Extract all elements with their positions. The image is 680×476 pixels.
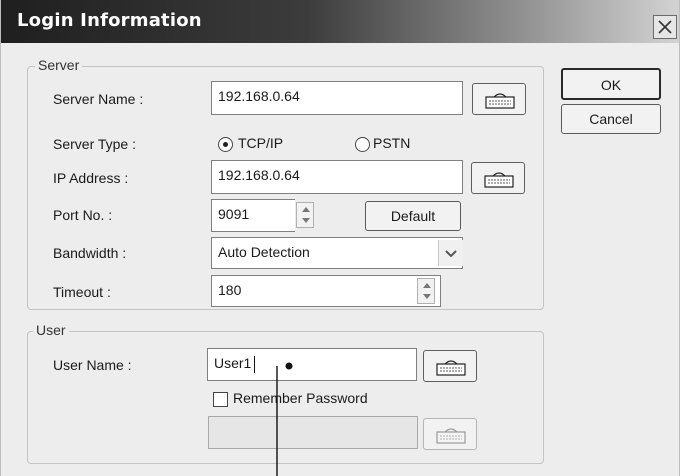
timeout-label: Timeout : — [53, 284, 111, 300]
server-name-label: Server Name : — [53, 91, 144, 107]
server-name-keyboard-button[interactable] — [472, 83, 526, 115]
cancel-button[interactable]: Cancel — [561, 104, 661, 134]
bandwidth-dropdown-button[interactable] — [438, 240, 463, 266]
server-type-label: Server Type : — [53, 136, 137, 152]
close-button[interactable] — [653, 15, 677, 39]
password-keyboard-button[interactable] — [423, 418, 477, 450]
default-button[interactable]: Default — [365, 201, 461, 231]
user-name-keyboard-button[interactable] — [423, 350, 477, 382]
port-input[interactable]: 9091 — [211, 199, 295, 232]
ip-address-keyboard-button[interactable] — [471, 162, 525, 194]
bandwidth-select[interactable]: Auto Detection — [211, 237, 463, 269]
spin-up-icon — [302, 207, 310, 212]
tcpip-radio-label[interactable]: TCP/IP — [238, 135, 283, 151]
keyboard-icon — [484, 172, 514, 188]
keyboard-icon — [436, 428, 466, 444]
tcpip-radio[interactable] — [218, 137, 233, 152]
ip-address-label: IP Address : — [53, 170, 129, 186]
title-bar[interactable]: Login Information — [1, 0, 679, 43]
user-name-label: User Name : — [53, 357, 132, 373]
server-group-legend: Server — [35, 57, 83, 73]
spin-down-icon — [302, 218, 310, 223]
chevron-down-icon — [445, 250, 457, 258]
user-name-input[interactable]: User1 — [207, 348, 417, 381]
login-information-dialog: Login Information Server Server Name : 1… — [0, 0, 680, 476]
server-name-input[interactable]: 192.168.0.64 — [211, 81, 463, 115]
keyboard-icon — [436, 360, 466, 376]
timeout-input[interactable]: 180 — [211, 275, 441, 307]
port-spinner[interactable] — [296, 202, 314, 228]
pstn-radio[interactable] — [355, 137, 370, 152]
user-group-legend: User — [33, 322, 69, 338]
keyboard-icon — [485, 93, 515, 109]
remember-password-label[interactable]: Remember Password — [233, 390, 368, 406]
ok-button[interactable]: OK — [561, 68, 661, 100]
port-label: Port No. : — [53, 207, 113, 223]
pstn-radio-label[interactable]: PSTN — [373, 135, 410, 151]
password-input[interactable] — [208, 416, 418, 449]
spin-down-icon — [423, 294, 431, 299]
ip-address-input[interactable]: 192.168.0.64 — [211, 160, 463, 194]
user-name-value: User1 — [214, 355, 252, 371]
spin-up-icon — [423, 283, 431, 288]
timeout-spinner[interactable] — [417, 278, 435, 304]
bandwidth-label: Bandwidth : — [53, 245, 127, 261]
text-caret — [254, 356, 255, 373]
remember-password-checkbox[interactable] — [213, 392, 228, 407]
close-icon — [658, 20, 672, 34]
window-title: Login Information — [17, 10, 202, 31]
